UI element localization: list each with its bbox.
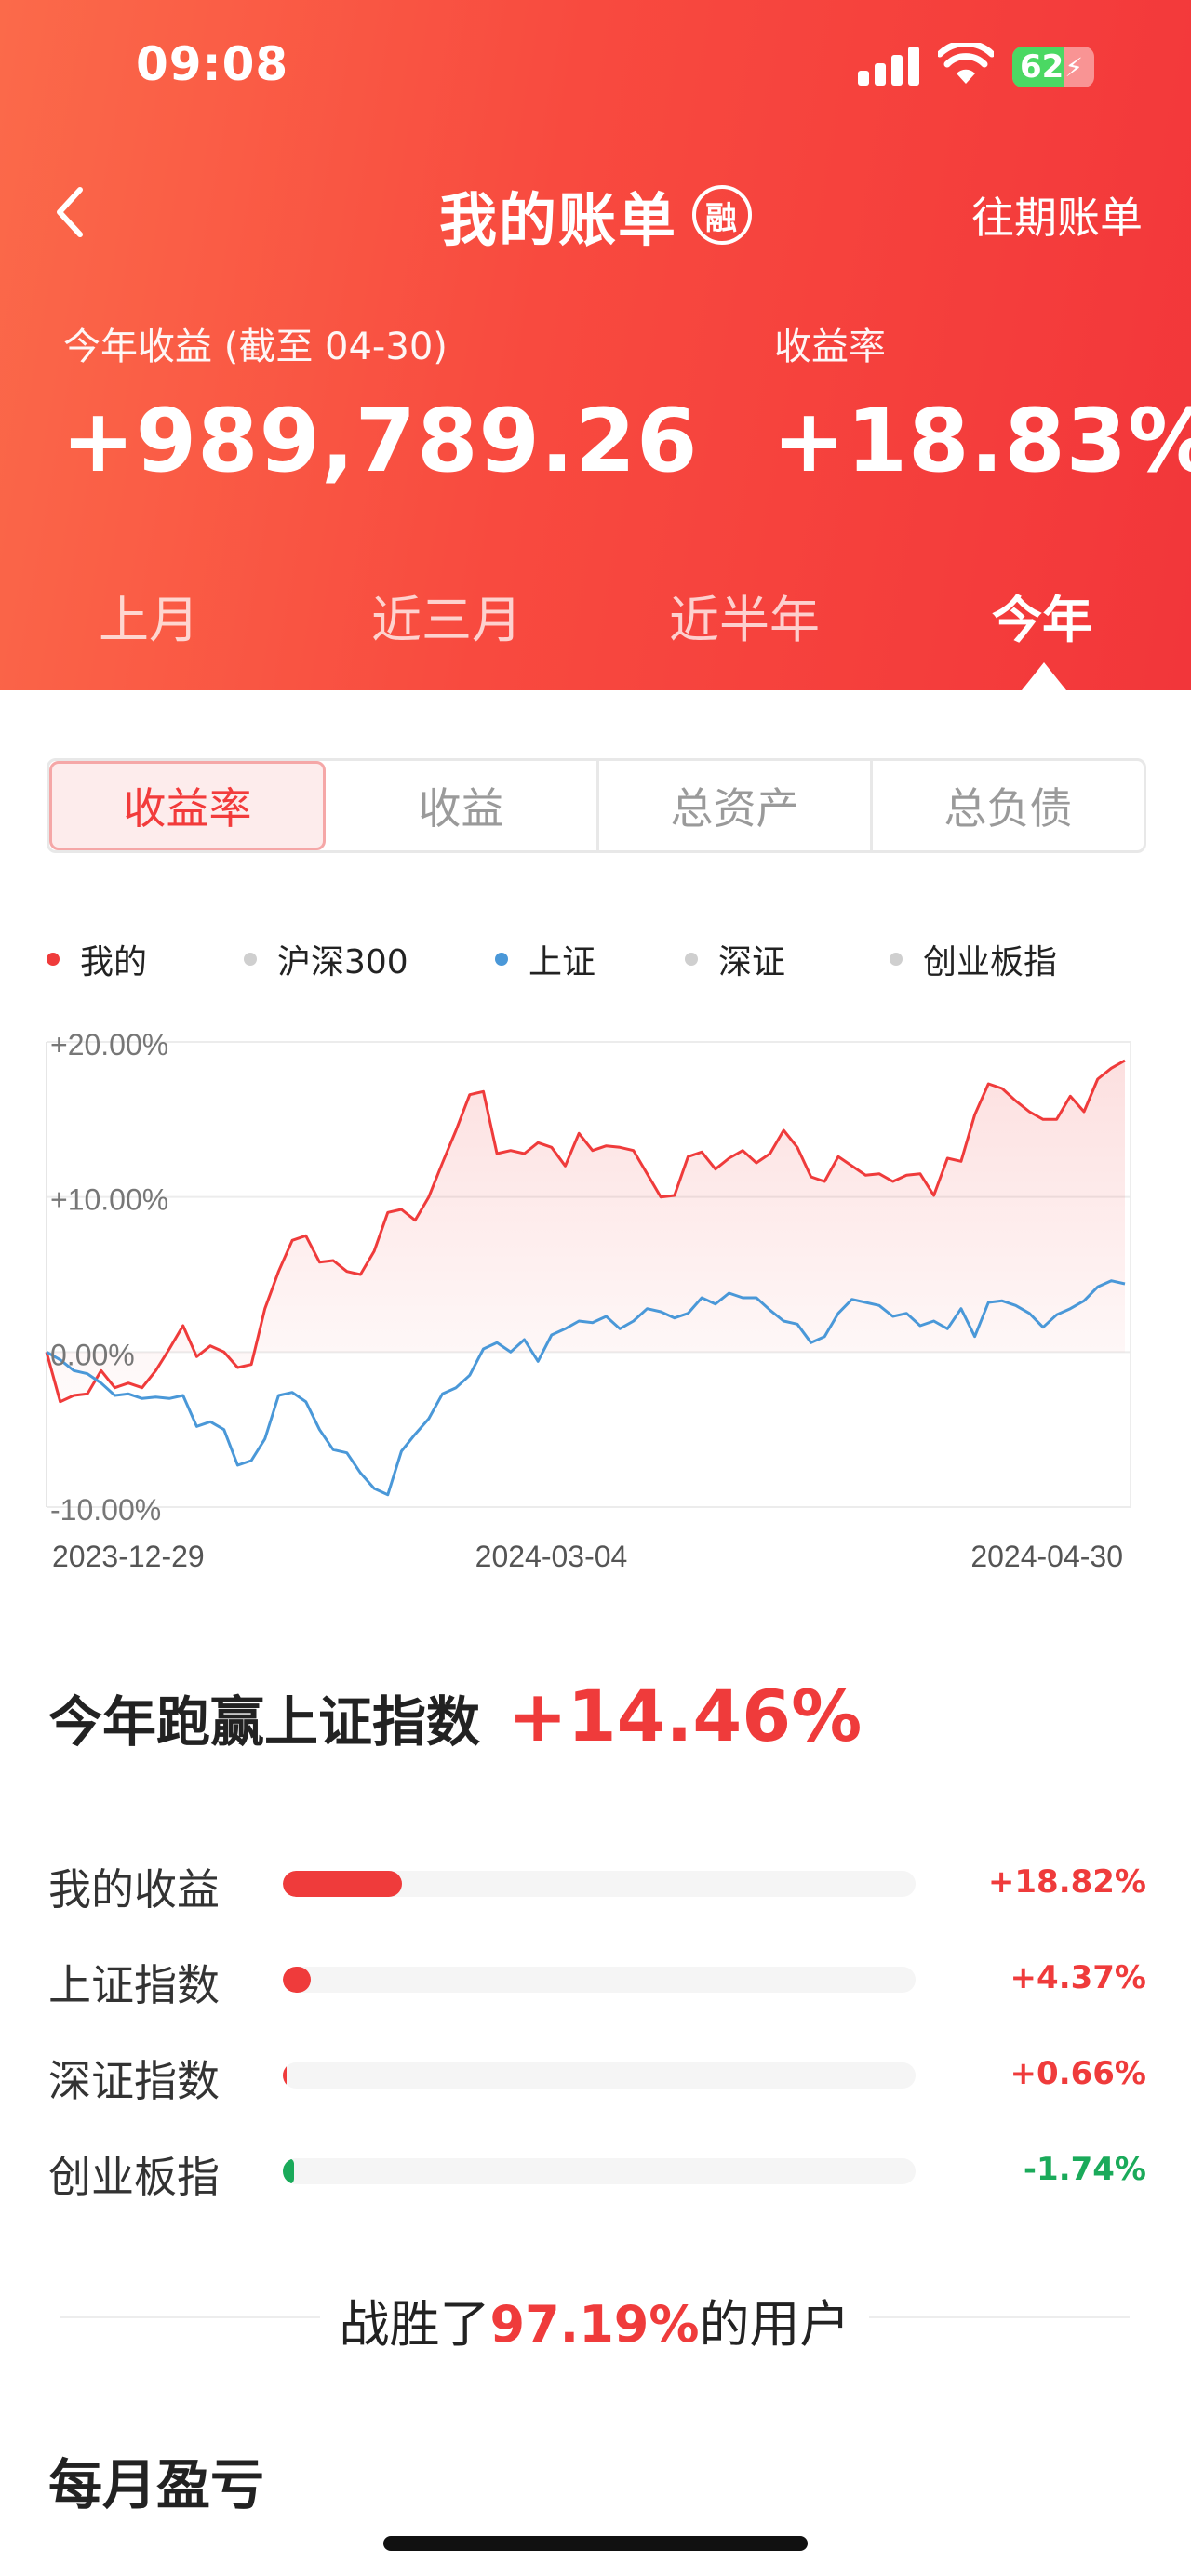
ytd-income-label: 今年收益 (截至 04-30)	[63, 326, 448, 368]
legend-label: 我的	[80, 943, 148, 981]
comparison-track	[283, 1967, 916, 1993]
y-tick-label: +20.00%	[50, 1028, 168, 1061]
comparison-fill	[283, 2062, 287, 2089]
beat-index-summary: 今年跑赢上证指数 +14.46%	[48, 1675, 862, 1757]
header-banner: 09:08 62 ⚡ 我的账单 融 往期账单 今年收益 (截至 04-30) 收…	[0, 0, 1191, 690]
home-indicator[interactable]	[383, 2536, 808, 2551]
return-rate-value: +18.83%	[772, 391, 1191, 492]
legend-dot	[244, 953, 257, 966]
percentile-value: 97.19%	[489, 2295, 700, 2354]
comparison-value: +18.82%	[987, 1863, 1146, 1901]
x-tick-label: 2024-03-04	[475, 1540, 628, 1573]
nav-bar: 我的账单 融 往期账单	[0, 158, 1191, 260]
beat-index-label: 今年跑赢上证指数	[48, 1690, 481, 1754]
comparison-value: +0.66%	[1010, 2055, 1146, 2092]
percentile-prefix: 战胜了	[339, 2295, 490, 2354]
chart-legend: 我的 沪深300 上证 深证 创业板指	[47, 935, 1163, 981]
period-tabs: 上月 近三月 近半年 今年	[0, 567, 1191, 661]
charging-icon: ⚡	[1064, 52, 1083, 83]
legend-dot	[495, 953, 508, 966]
comparison-track	[283, 2158, 916, 2184]
period-tab-this-year[interactable]: 今年	[893, 579, 1191, 652]
margin-badge[interactable]: 融	[692, 185, 752, 245]
percentile-text: 战胜了97.19%的用户	[60, 2283, 1130, 2356]
comparison-fill	[283, 2158, 294, 2184]
legend-dot	[47, 953, 60, 966]
comparison-row: 我的收益 +18.82%	[48, 1856, 1146, 1952]
comparison-value: +4.37%	[1010, 1959, 1146, 1996]
comparison-name: 创业板指	[48, 2152, 220, 2202]
comparison-row: 上证指数 +4.37%	[48, 1952, 1146, 2048]
comparison-name: 上证指数	[48, 1960, 220, 2010]
period-tab-6-months[interactable]: 近半年	[596, 579, 893, 652]
metric-tabs: 收益率 收益 总资产 总负债	[47, 758, 1146, 853]
beat-index-value: +14.46%	[508, 1675, 863, 1757]
status-bar: 09:08 62 ⚡	[0, 0, 1191, 140]
metric-tab-income[interactable]: 收益	[326, 761, 599, 850]
legend-item-chinext[interactable]: 创业板指	[890, 935, 1057, 983]
monthly-pnl-title: 每月盈亏	[48, 2453, 265, 2516]
legend-item-shanghai[interactable]: 上证	[495, 935, 596, 983]
comparison-bars: 我的收益 +18.82% 上证指数 +4.37% 深证指数 +0.66% 创业板指 -1.74…	[48, 1856, 1146, 2239]
metric-tab-return-rate[interactable]: 收益率	[49, 761, 326, 850]
comparison-row: 创业板指 -1.74%	[48, 2143, 1146, 2239]
comparison-track	[283, 1871, 916, 1897]
history-bills-link[interactable]: 往期账单	[971, 184, 1143, 246]
signal-icon	[858, 45, 919, 86]
battery-icon: 62 ⚡	[1012, 47, 1094, 87]
metric-tab-total-assets[interactable]: 总资产	[599, 761, 873, 850]
comparison-track	[283, 2062, 916, 2089]
legend-item-mine[interactable]: 我的	[47, 935, 147, 983]
return-chart[interactable]: +20.00% +10.00% 0.00% -10.00% 2023-12-29 2024…	[0, 1014, 1191, 1591]
legend-item-hs300[interactable]: 沪深300	[244, 935, 408, 983]
comparison-name: 我的收益	[48, 1864, 220, 1915]
series-area-mine	[47, 1061, 1125, 1402]
wifi-icon	[938, 43, 994, 84]
comparison-fill	[283, 1871, 402, 1897]
y-tick-label: -10.00%	[50, 1493, 161, 1527]
y-tick-label: 0.00%	[50, 1338, 135, 1371]
comparison-fill	[283, 1967, 311, 1993]
period-tab-3-months[interactable]: 近三月	[298, 579, 596, 652]
page-title: 我的账单	[438, 186, 677, 254]
comparison-value: -1.74%	[1023, 2151, 1146, 2188]
legend-label: 上证	[529, 943, 596, 981]
legend-label: 深证	[718, 943, 786, 981]
period-tab-last-month[interactable]: 上月	[0, 579, 298, 652]
legend-dot	[685, 953, 698, 966]
battery-level: 62	[1020, 48, 1064, 86]
percentile-suffix: 的用户	[699, 2295, 850, 2354]
ytd-income-value: +989,789.26	[61, 391, 699, 492]
metric-tab-total-liabilities[interactable]: 总负债	[873, 761, 1144, 850]
status-time: 09:08	[136, 37, 289, 91]
comparison-name: 深证指数	[48, 2056, 220, 2106]
y-tick-label: +10.00%	[50, 1183, 168, 1217]
active-period-caret	[1022, 662, 1066, 690]
legend-label: 沪深300	[277, 943, 408, 981]
legend-label: 创业板指	[923, 943, 1058, 981]
legend-dot	[890, 953, 903, 966]
legend-item-shenzhen[interactable]: 深证	[685, 935, 785, 983]
percentile-banner: 战胜了97.19%的用户	[60, 2279, 1130, 2354]
return-rate-label: 收益率	[774, 326, 886, 368]
x-tick-label: 2023-12-29	[52, 1540, 205, 1573]
x-tick-label: 2024-04-30	[970, 1540, 1123, 1573]
comparison-row: 深证指数 +0.66%	[48, 2048, 1146, 2143]
